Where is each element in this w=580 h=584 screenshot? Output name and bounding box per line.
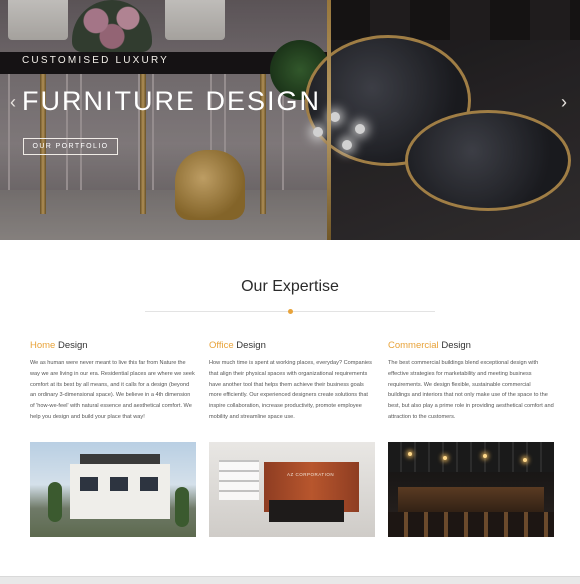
- window: [140, 477, 158, 491]
- expertise-column-home: Home Design We as human were never meant…: [30, 340, 196, 537]
- ceiling: [388, 442, 554, 472]
- downlight: [483, 454, 487, 458]
- portfolio-button[interactable]: OUR PORTFOLIO: [23, 138, 118, 155]
- tree: [48, 482, 62, 522]
- column-text: How much time is spent at working places…: [209, 360, 372, 420]
- heading-accent: Commercial: [388, 340, 439, 351]
- company-sign: AZ CORPORATION: [287, 472, 335, 477]
- wall-frames: [219, 460, 259, 500]
- window: [110, 477, 128, 491]
- heading-rest: Design: [233, 340, 266, 351]
- house-exterior-photo[interactable]: [30, 442, 196, 537]
- chevron-left-icon[interactable]: ‹: [10, 93, 16, 111]
- column-text: The best commercial buildings blend exce…: [388, 360, 554, 420]
- expertise-column-office: Office Design How much time is spent at …: [209, 340, 375, 537]
- hero-subtitle: CUSTOMISED LUXURY: [22, 55, 170, 66]
- column-heading: Home Design: [30, 340, 196, 351]
- heading-rest: Design: [55, 340, 88, 351]
- building: [70, 464, 170, 519]
- expertise-column-commercial: Commercial Design The best commercial bu…: [388, 340, 554, 537]
- downlight: [443, 456, 447, 460]
- hero-overlay: [0, 0, 580, 240]
- column-text: We as human were never meant to live thi…: [30, 360, 195, 420]
- column-heading: Commercial Design: [388, 340, 554, 351]
- window: [80, 477, 98, 491]
- downlight: [408, 452, 412, 456]
- section-title: Our Expertise: [241, 278, 339, 295]
- divider-dot: [288, 309, 293, 314]
- chevron-right-icon[interactable]: ›: [561, 93, 567, 111]
- tables: [388, 512, 554, 537]
- restaurant-interior-photo[interactable]: [388, 442, 554, 537]
- tree: [175, 487, 189, 527]
- hero-title: FURNITURE DESIGN: [22, 86, 322, 116]
- heading-accent: Home: [30, 340, 56, 351]
- hero-slider: CUSTOMISED LUXURY FURNITURE DESIGN OUR P…: [0, 0, 580, 240]
- office-reception-photo[interactable]: AZ CORPORATION: [209, 442, 375, 537]
- downlight: [523, 458, 527, 462]
- heading-accent: Office: [209, 340, 234, 351]
- column-heading: Office Design: [209, 340, 375, 351]
- heading-rest: Design: [438, 340, 471, 351]
- reception-desk: [269, 500, 344, 522]
